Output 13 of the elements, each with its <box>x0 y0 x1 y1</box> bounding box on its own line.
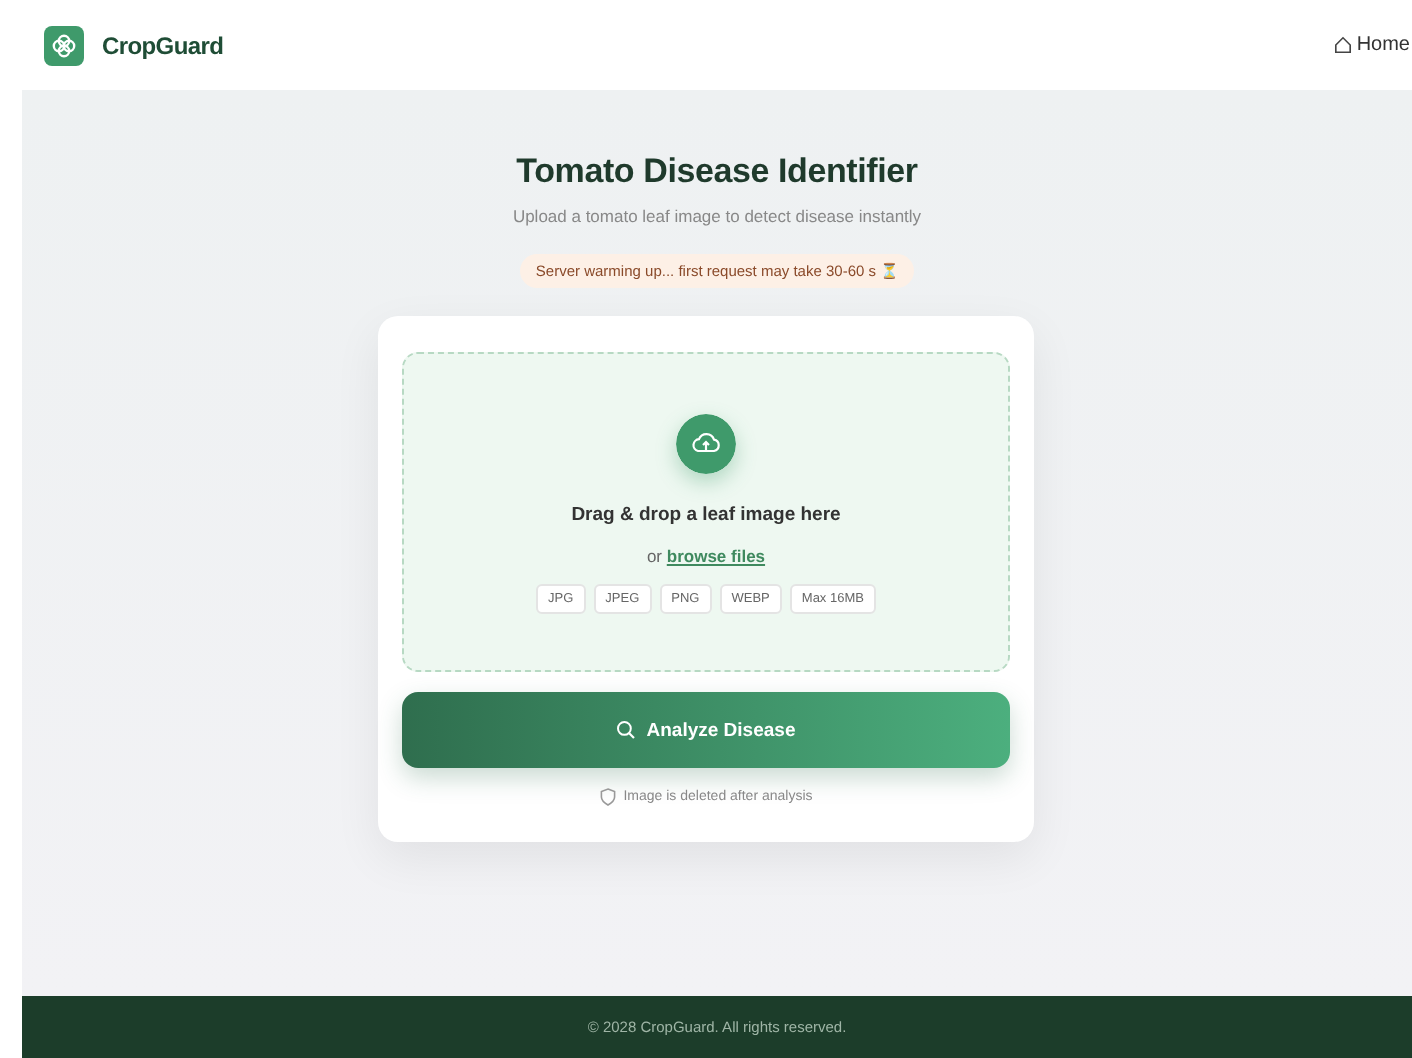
home-icon <box>1334 36 1353 54</box>
page-title: Tomato Disease Identifier <box>516 152 918 192</box>
or-text: or <box>646 546 663 566</box>
search-icon <box>616 720 637 740</box>
upload-icon <box>676 414 736 474</box>
page-subtitle: Upload a tomato leaf image to detect disease instantly <box>512 206 922 226</box>
browse-files-link[interactable]: browse files <box>666 546 766 566</box>
brand-name: CropGuard <box>102 31 224 59</box>
shield-icon <box>599 788 616 806</box>
logo-icon <box>44 25 84 65</box>
home-link[interactable]: Home <box>1334 34 1412 56</box>
drop-prompt: Drag & drop a leaf image here <box>571 504 841 526</box>
analyze-button[interactable]: Analyze Disease <box>402 692 1010 768</box>
